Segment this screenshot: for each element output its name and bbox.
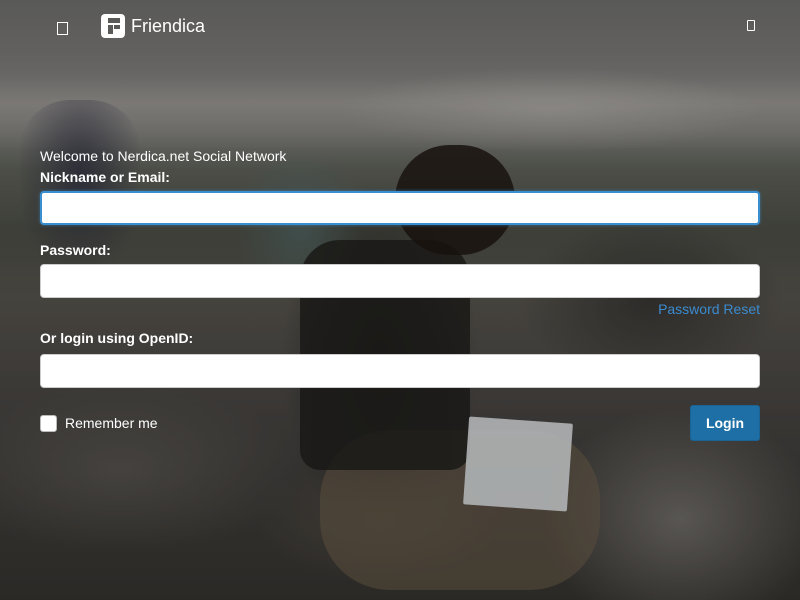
brand[interactable]: Friendica	[101, 14, 205, 38]
friendica-logo-icon	[101, 14, 125, 38]
password-reset-link[interactable]: Password Reset	[658, 299, 760, 319]
openid-label: Or login using OpenID:	[40, 330, 194, 346]
welcome-text: Welcome to Nerdica.net Social Network	[40, 148, 287, 164]
openid-input[interactable]	[40, 354, 760, 388]
brand-name: Friendica	[131, 16, 206, 36]
remember-me-label: Remember me	[65, 415, 158, 431]
login-toggle-icon[interactable]	[747, 20, 755, 31]
password-label: Password:	[40, 242, 111, 258]
nickname-label: Nickname or Email:	[40, 169, 170, 185]
top-navbar: Friendica	[0, 0, 800, 52]
remember-me-checkbox[interactable]	[40, 414, 57, 432]
remember-me[interactable]: Remember me	[40, 413, 158, 433]
nickname-input[interactable]	[40, 191, 760, 225]
menu-toggle-icon[interactable]	[57, 22, 68, 35]
login-button[interactable]: Login	[690, 405, 760, 441]
password-input[interactable]	[40, 264, 760, 298]
